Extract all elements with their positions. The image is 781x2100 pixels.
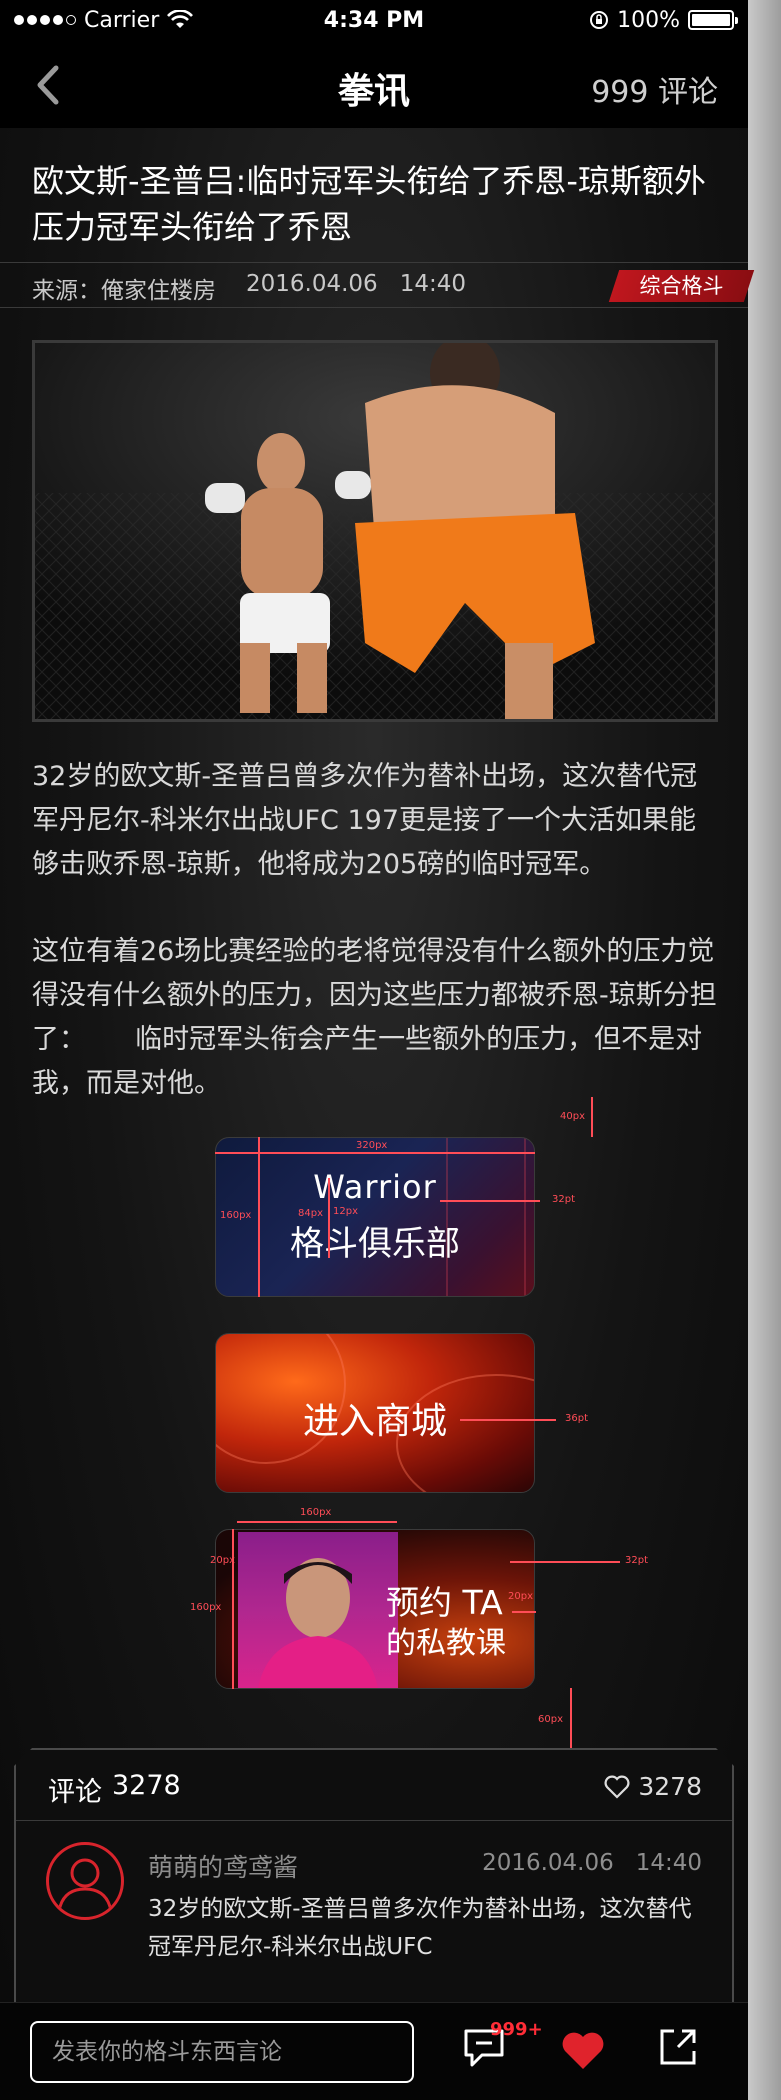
article-date: 2016.04.06 bbox=[246, 271, 378, 297]
likes-count: 3278 bbox=[638, 1772, 702, 1801]
comment-text: 32岁的欧文斯-圣普吕曾多次作为替补出场，这次替代冠军丹尼尔-科米尔出战UFC bbox=[148, 1896, 692, 1960]
share-icon[interactable] bbox=[656, 2025, 700, 2069]
comment-input[interactable] bbox=[30, 2021, 414, 2083]
club-name-cn: 格斗俱乐部 bbox=[290, 1224, 460, 1264]
warrior-club-card[interactable]: Warrior 格斗俱乐部 bbox=[215, 1137, 535, 1297]
comment-badge: 999+ bbox=[490, 2019, 543, 2040]
fighters-image bbox=[35, 343, 715, 719]
battery-icon bbox=[688, 10, 738, 30]
comments-header: 评论 3278 bbox=[48, 1770, 181, 1809]
category-tag-label: 综合格斗 bbox=[639, 274, 724, 298]
article-paragraph: 这位有着26场比赛经验的老将觉得没有什么额外的压力觉得没有什么额外的压力，因为这… bbox=[32, 936, 717, 1099]
avatar[interactable] bbox=[46, 1842, 124, 1920]
article-title: 欧文斯-圣普吕:临时冠军头衔给了乔恩-琼斯额外压力冠军头衔给了乔恩 bbox=[32, 162, 706, 246]
heart-icon bbox=[604, 1775, 630, 1799]
signal-icon bbox=[14, 15, 76, 25]
divider bbox=[0, 307, 748, 308]
shop-label: 进入商城 bbox=[302, 1401, 447, 1442]
article-paragraph: 32岁的欧文斯-圣普吕曾多次作为替补出场，这次替代冠军丹尼尔-科米尔出战UFC … bbox=[32, 761, 698, 880]
coach-photo bbox=[238, 1532, 398, 1688]
comments-count: 3278 bbox=[112, 1770, 181, 1801]
bottom-bar: 999+ bbox=[0, 2002, 748, 2100]
shop-card[interactable]: 进入商城 bbox=[215, 1333, 535, 1493]
article-time: 14:40 bbox=[399, 271, 466, 297]
divider bbox=[0, 262, 748, 263]
wifi-icon bbox=[167, 10, 194, 28]
hero-photo bbox=[32, 340, 718, 722]
comments-count-link[interactable]: 999 评论 bbox=[591, 67, 718, 111]
heart-filled-icon[interactable] bbox=[560, 2031, 606, 2071]
coach-booking-card[interactable]: 预约 TA 的私教课 bbox=[215, 1529, 535, 1689]
category-tag[interactable]: 综合格斗 bbox=[608, 270, 755, 302]
status-bar: Carrier 4:34 PM 100% bbox=[0, 0, 748, 40]
comments-label: 评论 bbox=[48, 1777, 102, 1808]
avatar-placeholder-icon bbox=[49, 1845, 121, 1917]
article-source: 来源：俺家住楼房 bbox=[32, 278, 216, 304]
likes-button[interactable]: 3278 bbox=[604, 1772, 702, 1801]
nav-bar: 拳讯 999 评论 bbox=[0, 40, 748, 128]
comment-username: 萌萌的鸢鸢酱 bbox=[148, 1853, 299, 1882]
article-meta: 来源：俺家住楼房 2016.04.06 14:40 bbox=[32, 271, 466, 305]
carrier-label: Carrier bbox=[84, 7, 160, 33]
battery-percent: 100% bbox=[617, 7, 680, 33]
comments-panel: 评论 3278 3278 萌萌的鸢鸢酱 2016.04.06 14:40 32岁… bbox=[14, 1748, 734, 2008]
lock-rotation-icon bbox=[590, 11, 609, 29]
coach-booking-subtitle: 的私教课 bbox=[386, 1626, 506, 1661]
comment-timestamp: 2016.04.06 14:40 bbox=[482, 1850, 702, 1876]
right-edge-strip bbox=[748, 0, 781, 2100]
status-time: 4:34 PM bbox=[323, 7, 425, 33]
divider bbox=[16, 1820, 732, 1821]
